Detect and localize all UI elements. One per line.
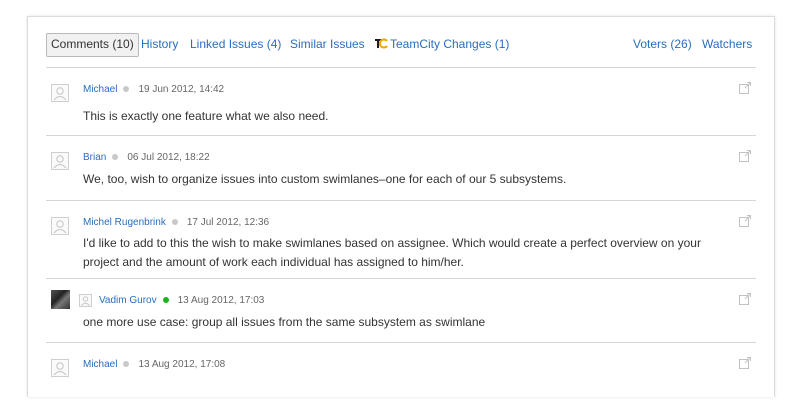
presence-dot xyxy=(112,153,119,160)
presence-dot xyxy=(162,296,169,303)
presence-dot xyxy=(171,218,178,225)
comment-author[interactable]: Michael xyxy=(83,84,117,95)
comment-author[interactable]: Vadim Gurov xyxy=(99,295,157,306)
default-avatar-icon xyxy=(79,294,92,307)
comment-date: 13 Aug 2012, 17:08 xyxy=(138,359,226,370)
teamcity-logo-icon xyxy=(375,38,388,49)
comment-date: 06 Jul 2012, 18:22 xyxy=(127,152,210,163)
tab-comments[interactable]: Comments (10) xyxy=(46,33,139,57)
tab-voters[interactable]: Voters (26) xyxy=(633,33,692,55)
comment-text: I'd like to add to this the wish to make… xyxy=(83,236,701,269)
tab-linked-issues[interactable]: Linked Issues (4) xyxy=(190,33,281,55)
default-avatar-icon xyxy=(51,84,69,102)
presence-dot xyxy=(123,85,130,92)
comment-text: This is exactly one feature what we also… xyxy=(83,109,329,123)
tab-teamcity-changes-label: TeamCity Changes (1) xyxy=(390,37,510,51)
comment-author[interactable]: Brian xyxy=(83,152,106,163)
external-link-icon[interactable] xyxy=(738,149,752,163)
tab-history[interactable]: History xyxy=(141,33,178,55)
comment-item: Vadim Gurov 13 Aug 2012, 17:03 one more u… xyxy=(46,279,756,343)
comment-date: 19 Jun 2012, 14:42 xyxy=(138,84,225,95)
external-link-icon[interactable] xyxy=(738,214,752,228)
comment-meta: Brian 06 Jul 2012, 18:22 xyxy=(83,151,210,165)
comment-date: 17 Jul 2012, 12:36 xyxy=(186,217,270,228)
comment-date: 13 Aug 2012, 17:03 xyxy=(177,295,265,306)
comment-meta: Vadim Gurov 13 Aug 2012, 17:03 xyxy=(99,294,264,308)
tab-watchers[interactable]: Watchers xyxy=(702,33,752,55)
presence-dot xyxy=(123,360,130,367)
default-avatar-icon xyxy=(51,217,69,235)
comment-text: We, too, wish to organize issues into cu… xyxy=(83,172,567,186)
scroll-fade xyxy=(28,379,774,397)
comment-item: Michel Rugenbrink 17 Jul 2012, 12:36 I'd … xyxy=(46,201,756,279)
comment-text: one more use case: group all issues from… xyxy=(83,315,486,329)
comment-meta: Michael 19 Jun 2012, 14:42 xyxy=(83,83,224,97)
external-link-icon[interactable] xyxy=(738,292,752,306)
avatar xyxy=(51,290,70,309)
comment-meta: Michael 13 Aug 2012, 17:08 xyxy=(83,358,225,372)
comment-author[interactable]: Michel Rugenbrink xyxy=(83,217,166,228)
external-link-icon[interactable] xyxy=(738,81,752,95)
comment-author[interactable]: Michael xyxy=(83,359,117,370)
tab-similar-issues[interactable]: Similar Issues xyxy=(290,33,365,55)
comment-item: Michael 19 Jun 2012, 14:42 This is exactl… xyxy=(46,68,756,136)
tab-teamcity-changes[interactable]: TeamCity Changes (1) xyxy=(375,33,509,55)
external-link-icon[interactable] xyxy=(738,356,752,370)
comment-meta: Michel Rugenbrink 17 Jul 2012, 12:36 xyxy=(83,216,269,230)
comment-item: Brian 06 Jul 2012, 18:22 We, too, wish to… xyxy=(46,136,756,201)
default-avatar-icon xyxy=(51,359,69,377)
default-avatar-icon xyxy=(51,152,69,170)
issue-activity-panel: Comments (10) History Linked Issues (4) … xyxy=(27,16,775,397)
activity-tabs: Comments (10) History Linked Issues (4) … xyxy=(46,33,760,57)
